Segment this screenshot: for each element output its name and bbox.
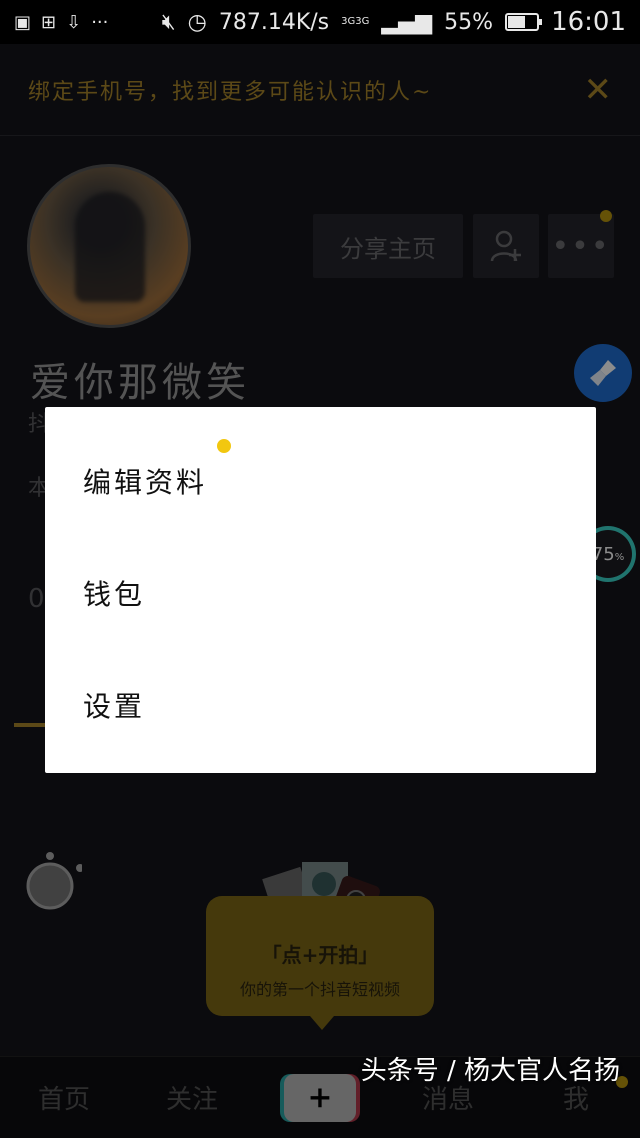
alarm-icon: ◷ — [187, 9, 207, 35]
menu-settings[interactable]: 设置 — [83, 685, 145, 725]
network-type-2: 3G — [355, 16, 370, 27]
profile-menu-popup: 编辑资料 钱包 设置 — [45, 407, 596, 773]
signal-icon: ▂▄▆ — [381, 9, 433, 35]
menu-edit-profile[interactable]: 编辑资料 — [83, 461, 207, 501]
status-left-icons: ▣ ⊞ ⇩ ··· — [14, 12, 108, 33]
status-bar: ▣ ⊞ ⇩ ··· 🔇︎ ◷ 787.14K/s 3G3G ▂▄▆ 55% 16… — [0, 0, 640, 44]
app-notification-icon: ⊞ — [41, 11, 57, 33]
mute-icon: 🔇︎ — [161, 9, 176, 35]
download-icon: ⇩ — [66, 11, 82, 33]
battery-icon — [505, 13, 543, 31]
more-notifications-icon: ··· — [91, 11, 109, 33]
clock: 16:01 — [551, 7, 626, 37]
edit-profile-badge — [217, 439, 231, 453]
menu-wallet[interactable]: 钱包 — [83, 573, 145, 613]
status-right: 🔇︎ ◷ 787.14K/s 3G3G ▂▄▆ 55% 16:01 — [162, 7, 626, 37]
net-speed: 787.14K/s — [218, 9, 330, 35]
network-type: 3G3G — [341, 17, 369, 27]
image-notification-icon: ▣ — [14, 11, 32, 33]
watermark: 头条号 / 杨大官人名扬 — [360, 1056, 620, 1086]
battery-percent: 55% — [444, 9, 494, 35]
network-type-1: 3G — [341, 16, 356, 27]
